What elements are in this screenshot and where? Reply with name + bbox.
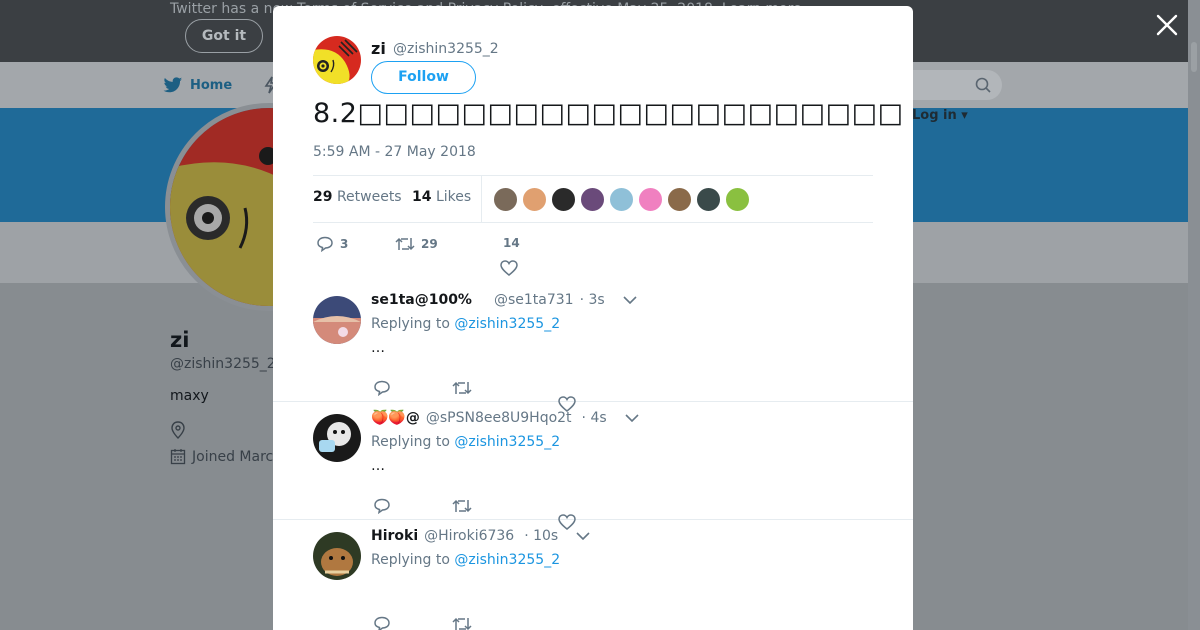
replying-prefix: Replying to: [371, 552, 450, 568]
liker-avatar[interactable]: [638, 187, 663, 212]
replying-to-link[interactable]: @zishin3255_2: [454, 434, 560, 450]
close-modal-button[interactable]: [1152, 10, 1182, 40]
search-icon: [975, 77, 991, 93]
follow-button[interactable]: Follow: [371, 61, 476, 94]
reply-icon: [317, 236, 333, 252]
likes-count: 14: [412, 189, 432, 205]
retweet-action[interactable]: [452, 380, 472, 400]
tweet-text: 8.2□□□□□□□□□□□□□□□□□□□□□: [313, 98, 904, 129]
reply-icon: [374, 380, 390, 397]
reply-text: …: [371, 340, 385, 356]
like-count: 14: [503, 236, 520, 250]
liker-avatar[interactable]: [522, 187, 547, 212]
reply-time[interactable]: · 4s: [582, 410, 607, 426]
login-link[interactable]: Log in ▾: [912, 108, 968, 123]
reply-avatar[interactable]: [313, 532, 361, 580]
replying-to: Replying to @zishin3255_2: [371, 316, 560, 332]
replying-to-link[interactable]: @zishin3255_2: [454, 552, 560, 568]
got-it-button[interactable]: Got it: [185, 19, 263, 53]
tweet-timestamp[interactable]: 5:59 AM - 27 May 2018: [313, 144, 476, 160]
like-count-label[interactable]: 14: [503, 236, 520, 250]
tweet-stats: 29 Retweets 14 Likes: [313, 175, 873, 223]
chevron-down-icon[interactable]: [625, 410, 639, 426]
retweet-action[interactable]: 29: [395, 236, 438, 252]
reply-time[interactable]: · 10s: [524, 528, 558, 544]
retweet-icon: [452, 381, 472, 395]
retweet-icon: [452, 499, 472, 513]
chevron-down-icon[interactable]: [623, 292, 637, 308]
chevron-down-icon[interactable]: [576, 528, 590, 544]
reply-time[interactable]: · 3s: [580, 292, 605, 308]
reply-author-handle[interactable]: @Hiroki6736: [424, 528, 514, 544]
liker-avatar[interactable]: [609, 187, 634, 212]
reply-author-name[interactable]: Hiroki: [371, 528, 418, 544]
reply-icon: [374, 498, 390, 515]
login-label: Log in: [912, 108, 957, 123]
liker-avatar[interactable]: [551, 187, 576, 212]
replying-to: Replying to @zishin3255_2: [371, 552, 560, 568]
reply-icon: [374, 616, 390, 630]
retweet-action[interactable]: [452, 616, 472, 630]
reply-count: 3: [340, 237, 349, 251]
likes-label: Likes: [435, 189, 472, 205]
heart-icon: [500, 260, 518, 276]
liker-avatar[interactable]: [667, 187, 692, 212]
reply-header: 🍑🍑@ @sPSN8ee8U9Hqo2t · 4s: [371, 410, 639, 426]
reply-item[interactable]: Hiroki @Hiroki6736 · 10s Replying to @zi…: [273, 520, 913, 630]
reply-author-name[interactable]: se1ta@100%: [371, 292, 472, 308]
retweet-icon: [395, 237, 415, 251]
nav-home-label: Home: [190, 78, 233, 93]
reply-text: …: [371, 458, 385, 474]
reply-author-name[interactable]: 🍑🍑@: [371, 410, 420, 426]
replying-to: Replying to @zishin3255_2: [371, 434, 560, 450]
profile-bio: maxy: [170, 388, 209, 404]
tweet-author-name[interactable]: zi: [371, 39, 386, 58]
scrollbar[interactable]: [1188, 0, 1200, 630]
reply-avatar[interactable]: [313, 296, 361, 344]
nav-home[interactable]: Home: [163, 77, 232, 94]
liker-avatar[interactable]: [696, 187, 721, 212]
reply-action[interactable]: [373, 498, 391, 518]
reply-author-handle[interactable]: @se1ta731: [494, 292, 574, 308]
like-action[interactable]: [500, 260, 518, 280]
reply-author-handle[interactable]: @sPSN8ee8U9Hqo2t: [426, 410, 572, 426]
retweets-stat[interactable]: 29 Retweets: [313, 189, 402, 205]
reply-action[interactable]: [373, 616, 391, 630]
reply-action[interactable]: 3: [316, 236, 348, 252]
replying-prefix: Replying to: [371, 316, 450, 332]
twitter-bird-icon: [163, 77, 183, 93]
reply-header: Hiroki @Hiroki6736 · 10s: [371, 528, 590, 544]
tweet-author-handle[interactable]: @zishin3255_2: [393, 41, 499, 57]
stats-divider: [481, 176, 482, 222]
reply-item[interactable]: 🍑🍑@ @sPSN8ee8U9Hqo2t · 4s Replying to @z…: [273, 402, 913, 530]
retweets-label: Retweets: [336, 189, 402, 205]
tweet-modal: zi @zishin3255_2 Follow 8.2□□□□□□□□□□□□□…: [273, 6, 913, 630]
tweet-author-avatar[interactable]: [313, 36, 361, 84]
retweets-count: 29: [313, 189, 333, 205]
scrollbar-thumb[interactable]: [1191, 42, 1197, 72]
retweet-count: 29: [421, 237, 438, 251]
retweet-icon: [452, 617, 472, 630]
replying-to-link[interactable]: @zishin3255_2: [454, 316, 560, 332]
profile-name: zi: [170, 328, 190, 352]
liker-avatar[interactable]: [493, 187, 518, 212]
reply-header: se1ta@100% @se1ta731 · 3s: [371, 292, 637, 308]
profile-handle: @zishin3255_2: [170, 356, 276, 372]
liker-avatar[interactable]: [725, 187, 750, 212]
replying-prefix: Replying to: [371, 434, 450, 450]
retweet-action[interactable]: [452, 498, 472, 518]
close-icon: [1156, 14, 1178, 36]
calendar-icon: [170, 449, 186, 465]
likes-stat[interactable]: 14 Likes: [412, 189, 471, 205]
reply-item[interactable]: se1ta@100% @se1ta731 · 3s Replying to @z…: [273, 284, 913, 412]
liker-avatar[interactable]: [580, 187, 605, 212]
reply-action[interactable]: [373, 380, 391, 400]
location-icon: [170, 421, 186, 443]
reply-avatar[interactable]: [313, 414, 361, 462]
